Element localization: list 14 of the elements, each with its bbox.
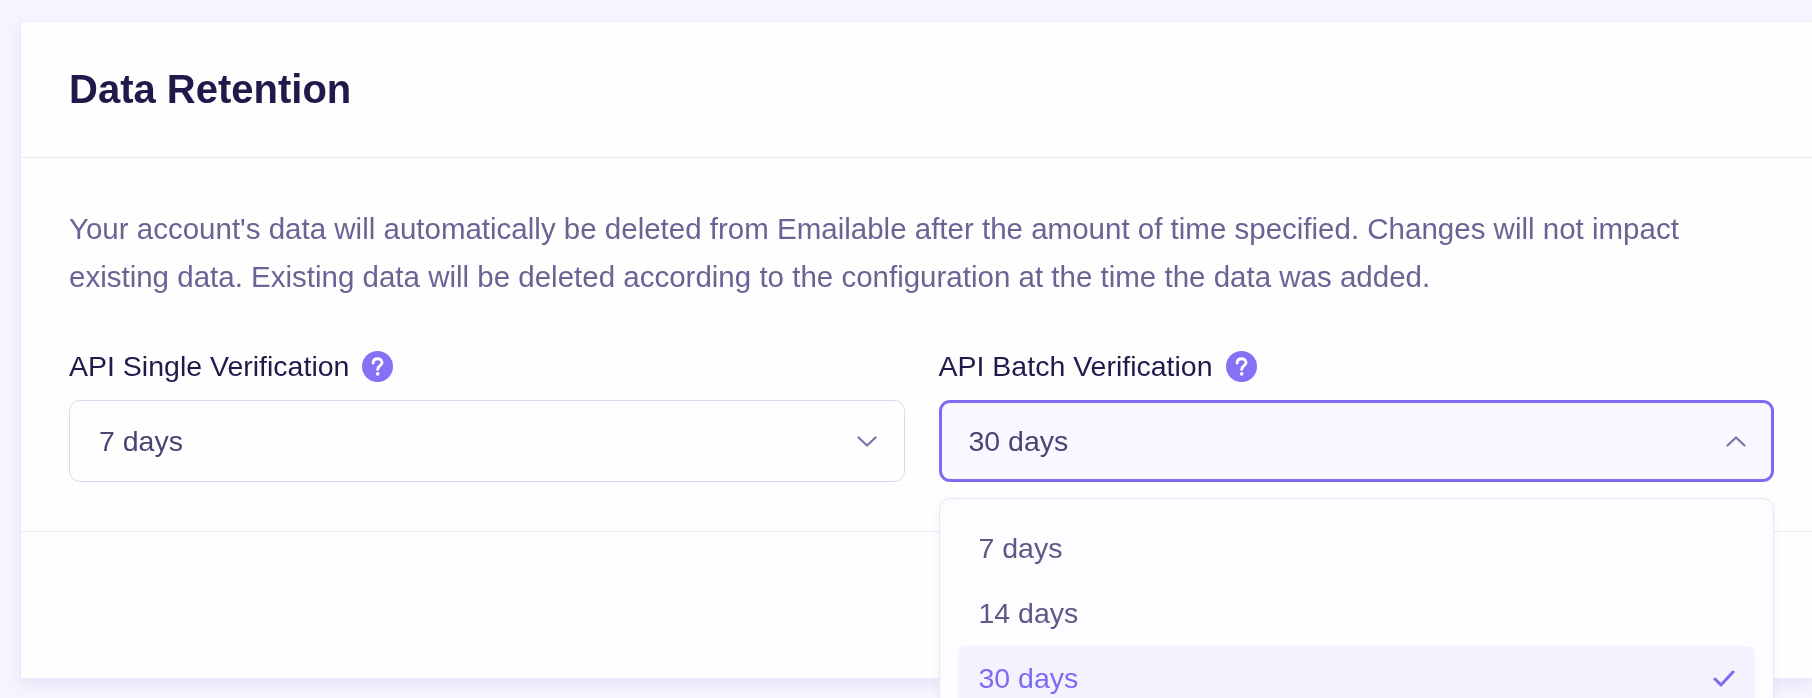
field-label: API Batch Verification [938,349,1213,383]
description-text: Your account's data will automatically be deleted from Emailable after the amount of time specified. Changes will not impact existing data. Existing data will be deleted according to the configuration at the time the data was added. [69,211,1680,295]
check-icon [1713,670,1735,687]
help-icon[interactable] [362,350,394,382]
chevron-down-icon [856,435,877,447]
select-field[interactable]: 7 days [69,400,905,482]
help-icon[interactable] [1225,350,1257,382]
select-field[interactable]: 30 days [938,400,1774,482]
field-label: API Single Verification [69,349,350,383]
chevron-up-icon [1726,435,1746,447]
dropdown-option[interactable]: 30 days [957,646,1755,698]
card-title: Data Retention [69,67,352,112]
dropdown-option[interactable]: 7 days [957,516,1755,581]
dropdown-option[interactable]: 14 days [957,581,1755,646]
